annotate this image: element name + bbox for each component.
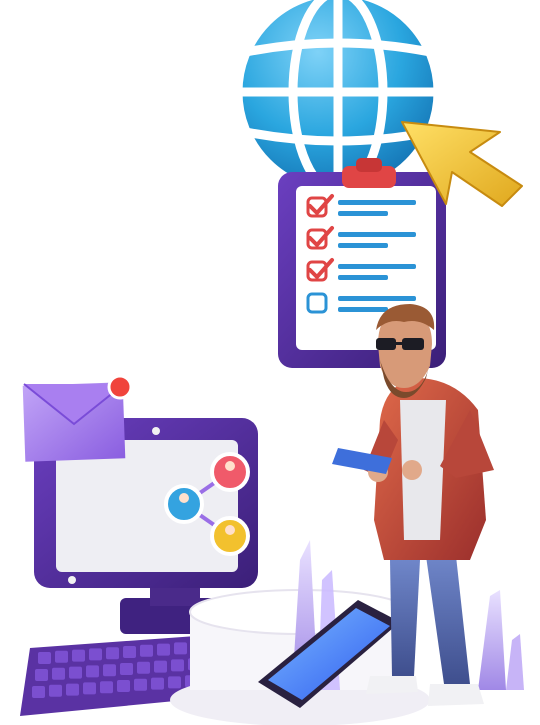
keyboard-key [174,642,187,655]
checklist-line [338,243,388,248]
keyboard-key [35,669,48,681]
keyboard-key [123,646,136,658]
keyboard-key [72,649,85,662]
keyboard-key [89,648,102,661]
keyboard-key [38,652,51,664]
checklist-line [338,275,388,280]
keyboard-key [100,681,113,694]
keyboard-key [86,665,99,678]
keyboard-key [52,667,65,680]
digital-marketing-illustration [20,0,524,725]
checklist-line [338,232,416,237]
checklist-line [338,200,416,205]
illustration-stage [0,0,540,725]
keyboard-key [140,644,153,657]
keyboard-key [154,660,167,673]
keyboard-key [168,676,181,689]
keyboard-key [69,666,82,679]
keyboard-key [134,678,147,691]
checklist-line [338,264,416,269]
keyboard-key [137,661,150,674]
keyboard-key [49,684,62,697]
checklist-line [338,296,416,301]
envelope-icon [22,374,133,462]
keyboard-key [157,643,170,656]
checklist-line [338,211,388,216]
keyboard-key [106,647,119,660]
keyboard-key [117,680,130,692]
keyboard-key [83,682,96,695]
keyboard-key [171,659,184,672]
keyboard-key [32,686,45,698]
keyboard-key [55,650,68,663]
keyboard-key [66,683,79,696]
globe-icon [233,0,443,197]
keyboard-key [151,677,164,690]
checklist-line [338,307,388,312]
keyboard-key [103,664,116,677]
keyboard-key [120,663,133,675]
